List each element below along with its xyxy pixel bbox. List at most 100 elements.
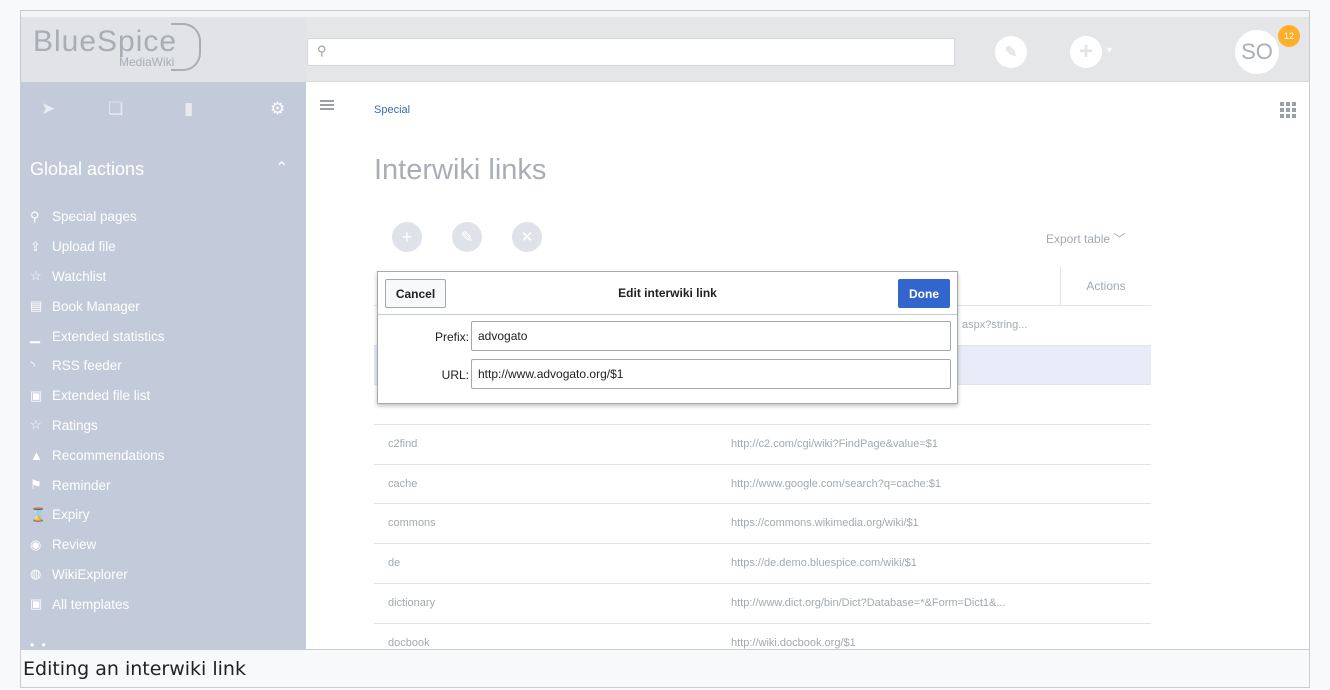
logo-sub-text: MediaWiki — [119, 55, 175, 69]
sidebar-item-review[interactable]: ◉ Review — [30, 530, 300, 560]
url-row: URL: — [378, 359, 957, 389]
sidebar-item-label: Recommendations — [52, 447, 165, 463]
hamburger-menu-icon[interactable] — [320, 100, 334, 110]
sidebar-item-watchlist[interactable]: ☆ Watchlist — [30, 262, 300, 292]
user-initials: SO — [1241, 39, 1273, 64]
table-row[interactable]: de https://de.demo.bluespice.com/wiki/$1 — [374, 544, 1151, 584]
cancel-button[interactable]: Cancel — [385, 279, 446, 308]
export-table-dropdown[interactable]: Export table ﹀ — [1046, 230, 1125, 247]
table-row[interactable]: dictionary http://www.dict.org/bin/Dict?D… — [374, 584, 1151, 624]
star-icon: ☆ — [30, 268, 42, 284]
more-dots-icon: • • — [30, 638, 48, 650]
sidebar-item-expiry[interactable]: ⌛ Expiry — [30, 500, 300, 530]
table-row[interactable]: cache http://www.google.com/search?q=cach… — [374, 465, 1151, 505]
sidebar-item-extended-file-list[interactable]: ▣ Extended file list — [30, 381, 300, 411]
url-label: URL: — [441, 368, 469, 382]
create-button[interactable]: + — [1070, 36, 1102, 68]
sidebar-item-label: Watchlist — [52, 268, 107, 284]
chevron-down-icon[interactable]: ▾ — [1107, 45, 1112, 56]
export-label: Export table — [1046, 232, 1111, 246]
cell-url: https://de.demo.bluespice.com/wiki/$1 — [731, 557, 917, 570]
sidebar-item-label: Expiry — [52, 507, 90, 523]
table-row[interactable]: commons https://commons.wikimedia.org/wik… — [374, 504, 1151, 545]
table-row[interactable]: docbook http://wiki.docbook.org/$1 — [374, 624, 1151, 650]
sidebar-item-label: Book Manager — [52, 298, 140, 314]
cell-url: http://www.google.com/search?q=cache:$1 — [731, 477, 942, 490]
sidebar-item-label: Special pages — [52, 209, 137, 225]
notification-badge[interactable]: 12 — [1278, 25, 1300, 47]
search-icon: ⚲ — [317, 43, 327, 58]
done-button[interactable]: Done — [898, 279, 950, 308]
clipboard-tab-icon[interactable]: ▮ — [184, 99, 193, 119]
sidebar-tabs: ➤ ❏ ▮ ⚙ — [21, 82, 306, 142]
chart-icon: ▁ — [30, 328, 40, 344]
cell-prefix: cache — [388, 477, 418, 490]
sidebar-item-rss-feeder[interactable]: ◝ RSS feeder — [30, 351, 300, 381]
cell-url: https://commons.wikimedia.org/wiki/$1 — [731, 517, 919, 530]
search-box: ⚲ — [307, 38, 955, 66]
special-pages-icon: ⚲ — [30, 208, 40, 224]
sidebar-item-label: Ratings — [52, 417, 98, 433]
sidebar-item-label: All templates — [52, 596, 130, 612]
chevron-down-icon: ﹀ — [1113, 232, 1126, 246]
sidebar-item-all-templates[interactable]: ▣ All templates — [30, 589, 300, 619]
cell-prefix: c2find — [388, 438, 418, 451]
navigation-tab-icon[interactable]: ➤ — [41, 99, 55, 119]
edit-button[interactable]: ✎ — [995, 36, 1027, 68]
edit-interwiki-dialog: Cancel Edit interwiki link Done Prefix: … — [377, 271, 958, 404]
prefix-label: Prefix: — [434, 330, 469, 344]
apps-grid-icon[interactable] — [1280, 102, 1296, 118]
logo[interactable]: BlueSpice MediaWiki — [21, 17, 306, 82]
cell-prefix: de — [388, 557, 401, 570]
file-list-icon: ▣ — [30, 387, 43, 403]
flag-icon: ⚑ — [30, 477, 42, 493]
cell-url: http://www.dict.org/bin/Dict?Database=*&… — [731, 596, 1006, 609]
edit-wrench-button[interactable]: ✎ — [452, 222, 482, 252]
image-caption: Editing an interwiki link — [20, 650, 1310, 688]
book-icon: ▤ — [30, 298, 43, 314]
search-input[interactable] — [336, 42, 936, 62]
cell-url: aspx?string... — [962, 319, 1028, 331]
cell-prefix: commons — [388, 517, 436, 530]
global-actions-list: ⚲ Special pages ⇪ Upload file ☆ Watchlist ▤… — [30, 202, 300, 619]
logo-main-text: BlueSpice — [33, 25, 178, 58]
hourglass-icon: ⌛ — [30, 506, 47, 522]
sidebar-item-label: Upload file — [52, 239, 116, 255]
sidebar-item-special-pages[interactable]: ⚲ Special pages — [30, 202, 300, 232]
sidebar-item-label: Extended file list — [52, 388, 151, 404]
eye-icon: ◉ — [30, 536, 42, 552]
sidebar-item-upload-file[interactable]: ⇪ Upload file — [30, 232, 300, 262]
delete-button[interactable]: ✕ — [512, 222, 542, 252]
actions-column-header[interactable]: Actions — [1060, 266, 1151, 306]
sidebar-item-book-manager[interactable]: ▤ Book Manager — [30, 291, 300, 321]
sidebar-item-reminder[interactable]: ⚑ Reminder — [30, 470, 300, 500]
sidebar-item-ratings[interactable]: ☆ Ratings — [30, 411, 300, 441]
rss-icon: ◝ — [30, 357, 36, 373]
dialog-title: Edit interwiki link — [618, 286, 717, 300]
thumb-icon: ▲ — [30, 447, 43, 463]
chevron-up-icon[interactable]: ⌃ — [275, 158, 288, 178]
sidebar-item-recommendations[interactable]: ▲ Recommendations — [30, 440, 300, 470]
add-button[interactable]: + — [392, 222, 422, 252]
sidebar-item-extended-statistics[interactable]: ▁ Extended statistics — [30, 321, 300, 351]
url-input[interactable] — [471, 359, 951, 389]
sidebar-item-label: Review — [52, 537, 97, 553]
gear-icon[interactable]: ⚙ — [270, 99, 285, 119]
page-title: Interwiki links — [374, 154, 547, 186]
section-title: Global actions — [30, 159, 145, 179]
cell-url: http://wiki.docbook.org/$1 — [731, 636, 856, 649]
cell-prefix: dictionary — [388, 596, 436, 609]
globe-icon: ◍ — [30, 566, 42, 582]
prefix-row: Prefix: — [378, 321, 957, 351]
bookmark-tab-icon[interactable]: ❏ — [108, 99, 123, 119]
top-bar: BlueSpice MediaWiki ⚲ ✎ + ▾ SO 12 — [21, 11, 1309, 82]
prefix-input[interactable] — [471, 321, 951, 351]
sidebar-item-label: WikiExplorer — [52, 566, 128, 582]
avatar[interactable]: SO — [1235, 30, 1279, 74]
sidebar: ➤ ❏ ▮ ⚙ Global actions ⌃ ⚲ Special pages … — [21, 82, 306, 650]
upload-icon: ⇪ — [30, 238, 41, 254]
table-row[interactable]: c2find http://c2.com/cgi/wiki?FindPage&va… — [374, 425, 1151, 465]
dialog-header: Cancel Edit interwiki link Done — [378, 272, 957, 315]
sidebar-item-wikiexplorer[interactable]: ◍ WikiExplorer — [30, 560, 300, 590]
breadcrumb[interactable]: Special — [374, 104, 410, 116]
